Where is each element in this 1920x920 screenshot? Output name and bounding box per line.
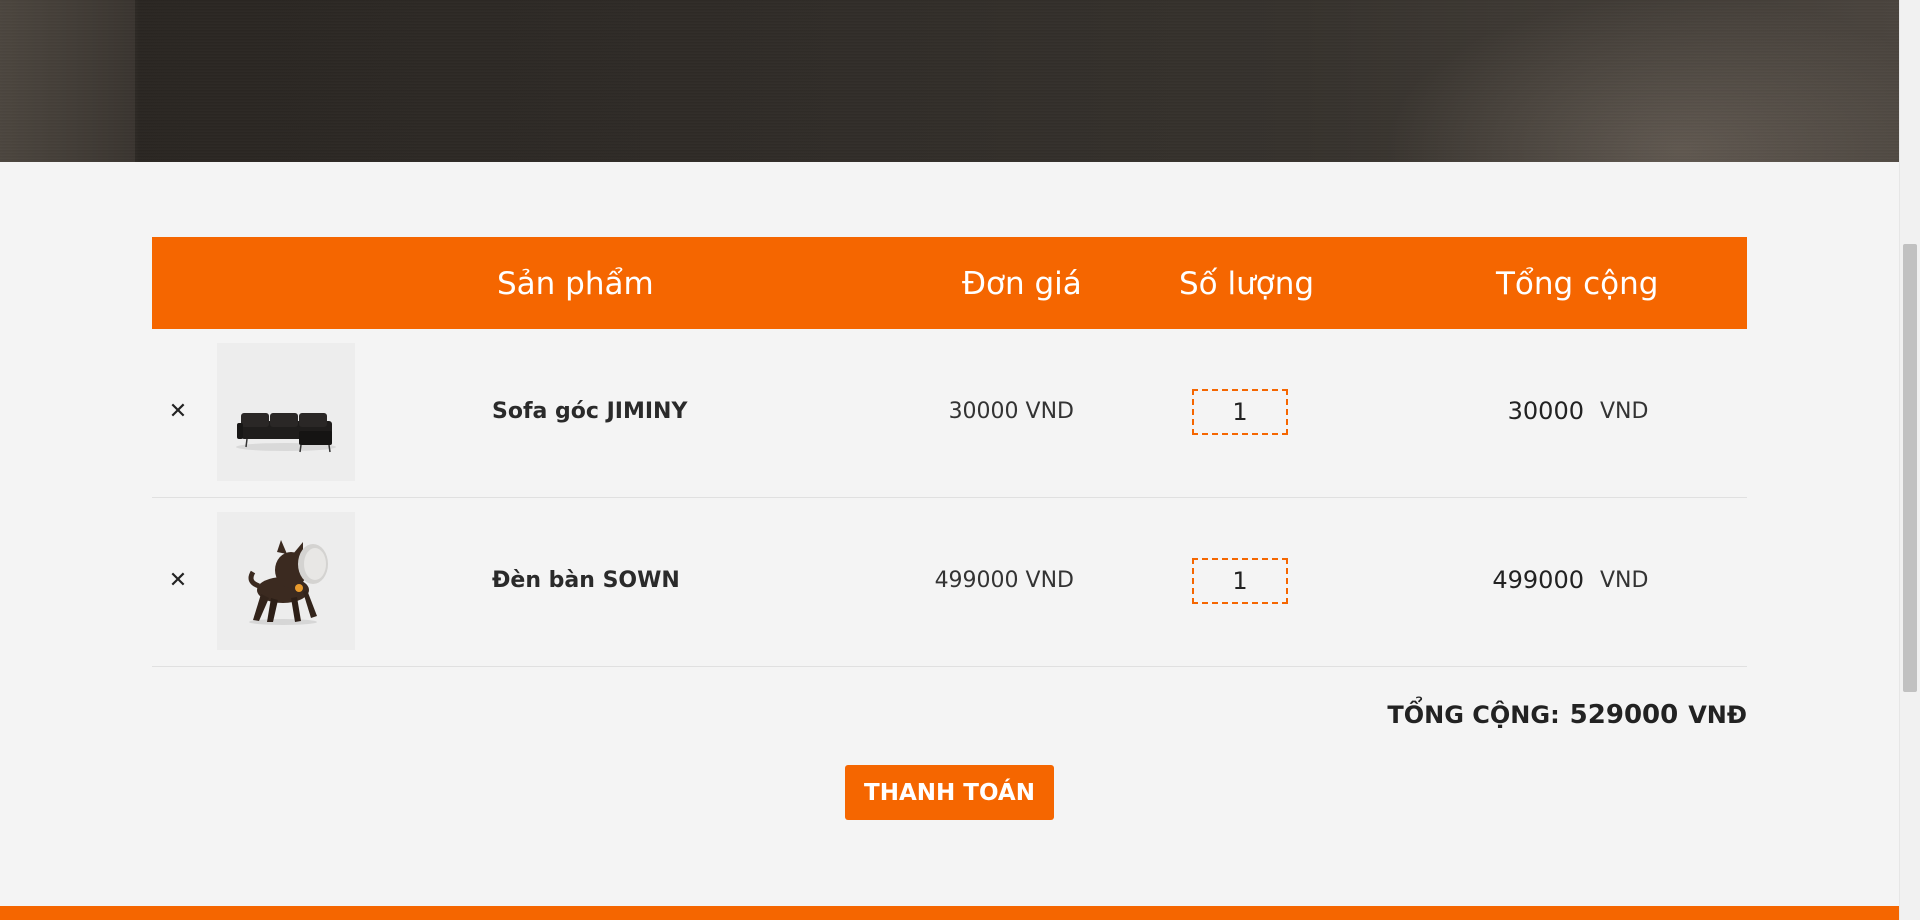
dog-lamp-image	[217, 512, 355, 650]
line-total: 30000	[1507, 397, 1584, 425]
unit-price: 30000 VND	[948, 399, 1074, 424]
cart-row: ✕ Sofa góc JIMINY 30000 VND 1 30000 VND	[152, 329, 1747, 498]
grand-total-value: 529000	[1569, 700, 1679, 730]
sofa-icon	[217, 343, 355, 481]
checkout-button[interactable]: THANH TOÁN	[845, 765, 1054, 820]
hero-banner-texture	[0, 0, 1899, 162]
sofa-image	[217, 343, 355, 481]
quantity-input[interactable]	[1192, 558, 1288, 604]
cart-row: ✕ Đèn bàn SOWN 499000 VND 1 499000 VND	[152, 498, 1747, 667]
quantity-input[interactable]	[1192, 389, 1288, 435]
header-unit-price: Đơn giá	[962, 266, 1082, 302]
cart-page: Sản phẩm Đơn giá Số lượng Tổng cộng ✕ So…	[0, 0, 1920, 920]
line-currency: VND	[1600, 399, 1649, 424]
grand-total: TỔNG CỘNG: 529000 VNĐ	[1387, 700, 1747, 730]
footer-bar	[0, 906, 1899, 920]
cart-table-header: Sản phẩm Đơn giá Số lượng Tổng cộng	[152, 237, 1747, 329]
grand-total-currency: VNĐ	[1688, 701, 1747, 729]
hero-banner	[0, 0, 1899, 162]
line-currency: VND	[1600, 568, 1649, 593]
scrollbar[interactable]	[1899, 0, 1920, 920]
header-product: Sản phẩm	[497, 266, 654, 302]
cart-table: Sản phẩm Đơn giá Số lượng Tổng cộng ✕ So…	[152, 237, 1747, 730]
close-icon[interactable]: ✕	[165, 399, 191, 425]
close-icon[interactable]: ✕	[165, 568, 191, 594]
lamp-icon	[217, 512, 355, 650]
scrollbar-thumb[interactable]	[1903, 244, 1917, 692]
header-quantity: Số lượng	[1179, 266, 1315, 302]
grand-total-label: TỔNG CỘNG:	[1387, 701, 1560, 729]
unit-price: 499000 VND	[934, 568, 1074, 593]
product-name[interactable]: Đèn bàn SOWN	[492, 568, 680, 593]
line-total: 499000	[1492, 566, 1584, 594]
header-total: Tổng cộng	[1496, 266, 1659, 302]
product-name[interactable]: Sofa góc JIMINY	[492, 399, 687, 424]
